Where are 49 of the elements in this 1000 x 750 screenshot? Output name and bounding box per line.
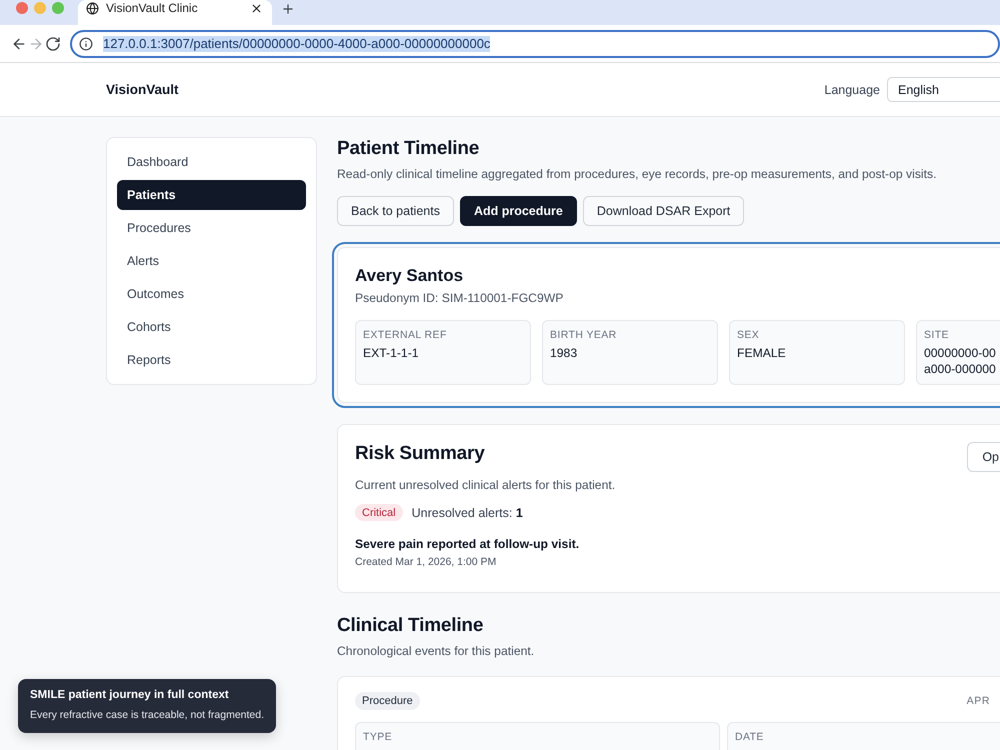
field-label: DATE bbox=[735, 730, 765, 744]
primary-button[interactable]: Add procedure bbox=[460, 196, 577, 226]
field-value: 00000000-00 a000-000000 bbox=[924, 345, 997, 377]
outline-button[interactable]: Back to patients bbox=[337, 196, 454, 226]
section-title: Risk Summary bbox=[355, 442, 485, 466]
brand-name[interactable]: VisionVault bbox=[106, 82, 179, 97]
sidebar-nav-item[interactable]: Cohorts bbox=[117, 312, 306, 342]
globe-icon bbox=[86, 2, 99, 15]
unresolved-count-text: Unresolved alerts: 1 bbox=[412, 506, 523, 520]
address-bar[interactable]: 127.0.0.1:3007/patients/00000000-0000-4000-a000-00000000000c bbox=[70, 30, 1000, 58]
outline-button[interactable]: Op bbox=[967, 442, 1000, 472]
alert-message: Severe pain reported at follow-up visit. bbox=[355, 536, 580, 552]
event-date-text: APR bbox=[966, 695, 990, 707]
section-subtitle: Chronological events for this patient. bbox=[337, 643, 536, 659]
field-label: TYPE bbox=[363, 730, 394, 744]
field-label: SEX bbox=[737, 328, 760, 342]
sidebar-nav-item[interactable]: Alerts bbox=[117, 246, 306, 276]
patient-name: Avery Santos bbox=[355, 265, 464, 287]
language-label: Language bbox=[824, 82, 880, 96]
reload-icon[interactable] bbox=[45, 36, 62, 52]
page-subtitle: Read-only clinical timeline aggregated from procedures, eye records, pre-op measurements, and post-op visits. bbox=[337, 166, 938, 182]
toast-message: Every refractive case is traceable, not fragmented. bbox=[30, 709, 264, 722]
sidebar-nav-item[interactable]: Outcomes bbox=[117, 279, 306, 309]
field-label: SITE bbox=[924, 328, 950, 342]
field-value: 1983 bbox=[550, 345, 578, 361]
back-arrow-icon[interactable] bbox=[10, 36, 27, 52]
language-select[interactable]: English bbox=[887, 77, 1000, 102]
plus-icon[interactable] bbox=[281, 2, 295, 16]
page-title: Patient Timeline bbox=[337, 137, 480, 161]
field-label: EXTERNAL REF bbox=[363, 328, 448, 342]
section-title: Clinical Timeline bbox=[337, 614, 484, 638]
field-label: BIRTH YEAR bbox=[550, 328, 618, 342]
field-value: FEMALE bbox=[737, 345, 787, 361]
toast-title: SMILE patient journey in full context bbox=[30, 688, 230, 702]
severity-badge: Critical bbox=[355, 504, 403, 521]
info-icon[interactable] bbox=[78, 36, 93, 50]
pseudonym-id-text: Pseudonym ID: SIM-110001-FGC9WP bbox=[355, 290, 564, 306]
outline-button[interactable]: Download DSAR Export bbox=[582, 196, 744, 226]
sidebar-nav-item[interactable]: Dashboard bbox=[117, 147, 306, 177]
alert-created-time: Created Mar 1, 2026, 1:00 PM bbox=[355, 555, 498, 569]
field-value: EXT-1-1-1 bbox=[363, 345, 420, 361]
event-type-badge: Procedure bbox=[355, 692, 420, 710]
close-icon[interactable] bbox=[250, 2, 263, 15]
sidebar-nav-item[interactable]: Patients bbox=[117, 180, 306, 210]
url-text: 127.0.0.1:3007/patients/00000000-0000-4000-a000-00000000000c bbox=[102, 36, 490, 52]
sidebar-nav-item[interactable]: Reports bbox=[117, 345, 306, 375]
section-subtitle: Current unresolved clinical alerts for this patient. bbox=[355, 477, 616, 493]
sidebar-nav-item[interactable]: Procedures bbox=[117, 213, 306, 243]
browser-tab[interactable]: VisionVault Clinic bbox=[78, 0, 272, 25]
